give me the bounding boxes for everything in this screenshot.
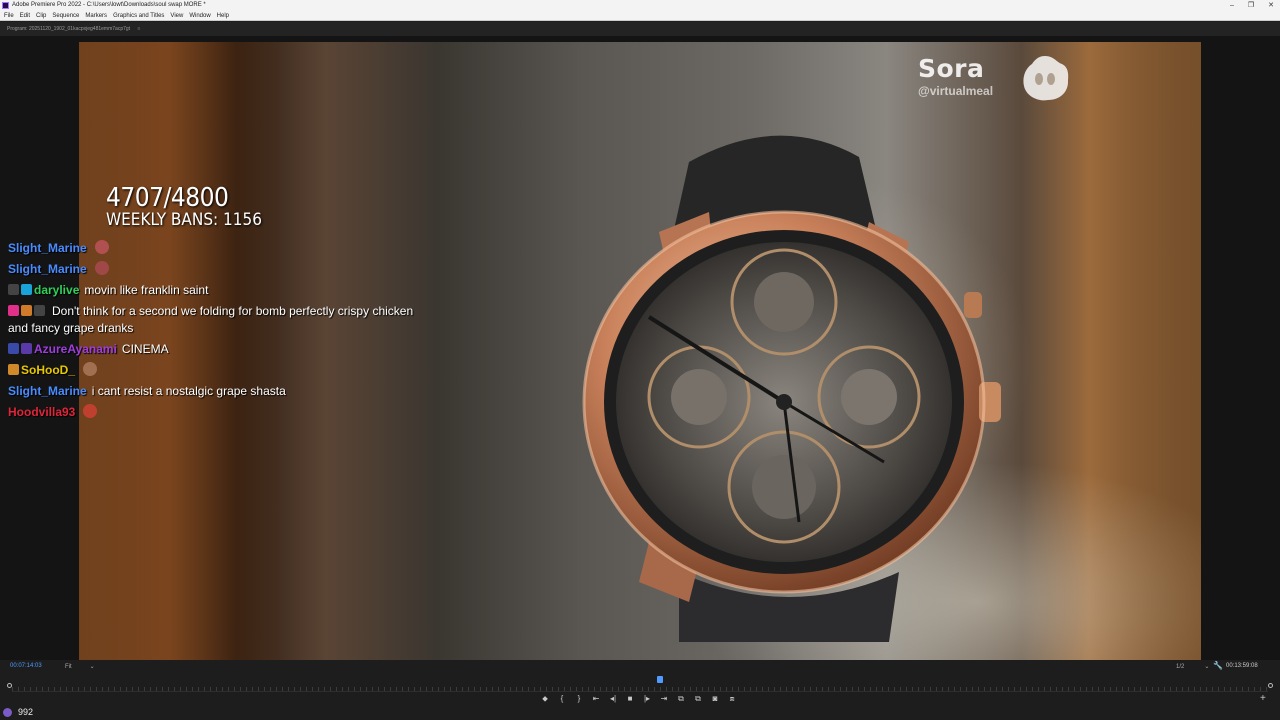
sora-handle: @virtualmeal bbox=[918, 84, 994, 98]
menu-sequence[interactable]: Sequence bbox=[52, 11, 79, 20]
progress-count: 4707/4800 bbox=[106, 183, 229, 213]
chat-message: SoHooD_ bbox=[8, 361, 428, 379]
stream-counter: 4707/4800 WEEKLY BANS: 1156 bbox=[106, 185, 262, 229]
chat-emote-icon bbox=[94, 240, 109, 254]
viewer-count: 992 bbox=[18, 707, 34, 717]
chat-overlay: Slight_Marine Slight_Marine darylive movin … bbox=[8, 240, 428, 425]
chat-badge-icon bbox=[21, 342, 32, 354]
program-monitor-label: Program: 20251120_1902_01kacpxjeg481emm7… bbox=[7, 26, 131, 32]
chat-badge-icon bbox=[8, 305, 19, 317]
export-frame-button[interactable]: ◙ bbox=[710, 693, 720, 704]
menu-markers[interactable]: Markers bbox=[85, 11, 107, 20]
chat-message: Hoodvilla93 bbox=[8, 404, 428, 421]
chat-username: darylive bbox=[34, 283, 80, 298]
chat-badge-icon bbox=[8, 363, 19, 375]
zoom-value: Fit bbox=[65, 664, 72, 670]
title-bar: Adobe Premiere Pro 2022 - C:\Users\lowt\… bbox=[0, 0, 1280, 11]
chat-message: Slight_Marine bbox=[8, 240, 428, 257]
taskbar-indicator: 992 bbox=[0, 705, 60, 720]
time-ruler[interactable] bbox=[12, 678, 1268, 692]
menu-clip[interactable]: Clip bbox=[36, 11, 46, 20]
menu-file[interactable]: File bbox=[4, 11, 14, 20]
chat-badge-icon bbox=[34, 305, 45, 317]
chat-badge-icon bbox=[8, 284, 19, 296]
current-timecode[interactable]: 00:07:14:03 bbox=[10, 663, 42, 669]
go-to-out-button[interactable]: ⇥ bbox=[659, 693, 669, 704]
sora-watermark: Sora @virtualmeal bbox=[918, 54, 993, 98]
transport-controls: ⬥ { } ⇤ ◂| ■ |▸ ⇥ ⧉ ⧉ ◙ ⧈ bbox=[540, 693, 737, 704]
premiere-icon bbox=[2, 2, 9, 9]
chat-message: AzureAyanami CINEMA bbox=[8, 341, 428, 358]
chat-message: Slight_Marine i cant resist a nostalgic g… bbox=[8, 383, 428, 400]
mark-out-button[interactable]: } bbox=[574, 693, 584, 704]
window-controls: – ❐ ✕ bbox=[1230, 0, 1274, 11]
minimize-button[interactable]: – bbox=[1230, 0, 1234, 11]
step-forward-button[interactable]: |▸ bbox=[642, 693, 652, 704]
insert-button[interactable]: ⧉ bbox=[676, 693, 686, 704]
chevron-down-icon: ⌄ bbox=[1204, 664, 1210, 670]
ruler-end-handle[interactable] bbox=[1268, 683, 1273, 688]
step-back-button[interactable]: ◂| bbox=[608, 693, 618, 704]
chat-badge-icon bbox=[21, 284, 32, 296]
close-button[interactable]: ✕ bbox=[1268, 0, 1274, 11]
menu-bar: File Edit Clip Sequence Markers Graphics… bbox=[0, 11, 1280, 21]
resolution-select[interactable]: 1/2 ⌄ bbox=[1176, 663, 1209, 670]
restore-button[interactable]: ❐ bbox=[1248, 0, 1254, 11]
app-badge-icon bbox=[3, 708, 12, 717]
menu-view[interactable]: View bbox=[170, 11, 183, 20]
chat-username: Hoodvilla93 bbox=[8, 405, 76, 420]
wrench-icon[interactable]: 🔧 bbox=[1213, 661, 1223, 670]
chevron-down-icon: ⌄ bbox=[89, 664, 95, 670]
chat-username: SoHooD_ bbox=[21, 362, 75, 377]
chat-emote-icon bbox=[83, 404, 98, 419]
chat-badge-icon bbox=[8, 342, 19, 354]
stop-button[interactable]: ■ bbox=[625, 693, 635, 704]
chat-message: darylive movin like franklin saint bbox=[8, 282, 428, 299]
window-title: Adobe Premiere Pro 2022 - C:\Users\lowt\… bbox=[12, 2, 206, 8]
menu-edit[interactable]: Edit bbox=[20, 11, 30, 20]
chat-text: i cant resist a nostalgic grape shasta bbox=[91, 384, 286, 399]
program-monitor-tab[interactable]: Program: 20251120_1902_01kacpxjeg481emm7… bbox=[0, 22, 1280, 36]
mark-in-button[interactable]: { bbox=[557, 693, 567, 704]
chat-username: Slight_Marine bbox=[8, 384, 87, 399]
go-to-in-button[interactable]: ⇤ bbox=[591, 693, 601, 704]
overwrite-button[interactable]: ⧉ bbox=[693, 693, 703, 704]
background-glow-right bbox=[1081, 42, 1201, 660]
chat-emote-icon bbox=[94, 261, 109, 276]
zoom-select[interactable]: Fit ⌄ bbox=[65, 663, 95, 670]
button-editor-button[interactable]: + bbox=[1260, 693, 1266, 704]
resolution-value: 1/2 bbox=[1176, 664, 1185, 670]
chat-badge-icon bbox=[21, 305, 32, 317]
chat-text: movin like franklin saint bbox=[84, 283, 209, 298]
chat-message: Slight_Marine bbox=[8, 261, 428, 278]
watch-image bbox=[582, 135, 1001, 642]
chat-emote-icon bbox=[83, 361, 97, 376]
chat-username: Slight_Marine bbox=[8, 241, 87, 255]
menu-help[interactable]: Help bbox=[217, 11, 229, 20]
menu-graphics-and-titles[interactable]: Graphics and Titles bbox=[113, 11, 164, 20]
chat-username: Slight_Marine bbox=[8, 262, 87, 277]
duration-timecode: 00:13:59:08 bbox=[1226, 663, 1258, 669]
sora-name: Sora bbox=[918, 54, 985, 83]
chat-text: CINEMA bbox=[121, 341, 169, 356]
chat-message: Don't think for a second we folding for … bbox=[8, 303, 428, 336]
sora-logo-icon bbox=[1023, 56, 1069, 101]
add-marker-button[interactable]: ⬥ bbox=[540, 693, 550, 704]
playhead[interactable] bbox=[657, 676, 664, 683]
weekly-bans: WEEKLY BANS: 1156 bbox=[106, 210, 262, 230]
panel-menu-icon[interactable]: ≡ bbox=[137, 26, 140, 32]
comparison-view-button[interactable]: ⧈ bbox=[727, 693, 737, 704]
chat-username: AzureAyanami bbox=[34, 341, 117, 356]
chat-text: Don't think for a second we folding for … bbox=[8, 304, 414, 335]
menu-window[interactable]: Window bbox=[189, 11, 210, 20]
